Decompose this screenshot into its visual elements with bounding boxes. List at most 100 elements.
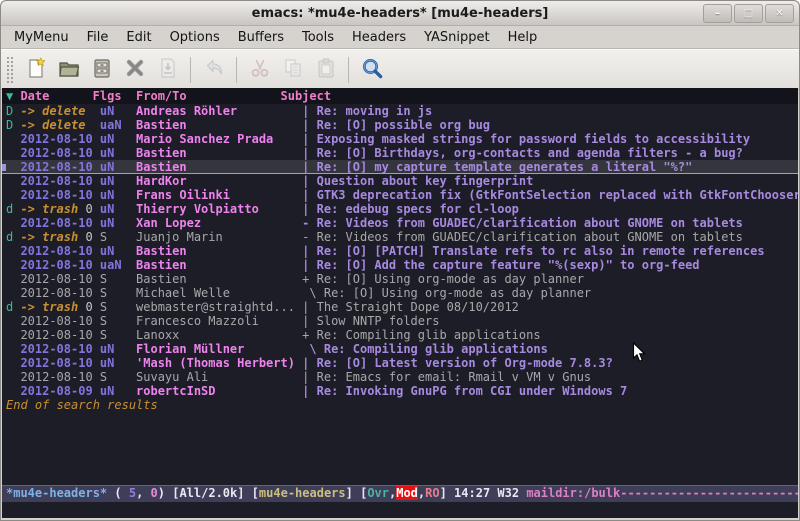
flags-cell: S [100, 230, 136, 244]
flags-cell: uN [100, 216, 136, 230]
mark-target-cell: -> delete [20, 104, 99, 118]
close-button[interactable] [118, 54, 151, 86]
flags-cell: S [100, 314, 136, 328]
flags-cell: S [100, 300, 136, 314]
message-row[interactable]: 2012-08-10SBastien+ Re: [O] Using org-mo… [2, 272, 798, 286]
modeline-segment-ovr: Ovr [367, 486, 389, 500]
window-controls: –□✕ [703, 4, 794, 23]
date-cell: 2012-08-10 [20, 258, 99, 272]
message-row[interactable]: 2012-08-10uNBastien| Re: [O] Birthdays, … [2, 146, 798, 160]
subject-cell: | Re: [O] my capture template generates … [302, 160, 798, 173]
subject-cell: | Re: Emacs for email: Rmail v VM v Gnus [302, 370, 798, 384]
new-file-icon [24, 56, 48, 84]
menu-item-headers[interactable]: Headers [343, 28, 415, 47]
toolbar-drag-handle[interactable] [6, 56, 15, 84]
message-row[interactable]: 2012-08-10SFrancesco Mazzoli| Slow NNTP … [2, 314, 798, 328]
subject-cell: | Exposing masked strings for password f… [302, 132, 798, 146]
subject-cell: | Re: edebug specs for cl-loop [302, 202, 798, 216]
subject-cell: | Re: [O] [PATCH] Translate refs to rc a… [302, 244, 798, 258]
flags-cell: uN [100, 384, 136, 398]
message-row[interactable]: 2012-08-10uN'Mash (Thomas Herbert)| Re: … [2, 356, 798, 370]
message-row[interactable]: d-> trash 0uNThierry Volpiatto| Re: edeb… [2, 202, 798, 216]
message-row[interactable]: 2012-08-10uNFrans Oilinki| GTK3 deprecat… [2, 188, 798, 202]
date-cell: 2012-08-10 [20, 146, 99, 160]
undo-button [197, 54, 230, 86]
message-row[interactable]: 2012-08-09uNrobertcInSD| Re: Invoking Gn… [2, 384, 798, 398]
from-cell: robertcInSD [136, 384, 302, 398]
flags-cell: uN [100, 202, 136, 216]
from-cell: Suvayu Ali [136, 370, 302, 384]
message-row[interactable]: 2012-08-10uNXan Lopez- Re: Videos from G… [2, 216, 798, 230]
from-cell: Bastien [136, 146, 302, 160]
message-row[interactable]: 2012-08-10SLanoxx+ Re: Compiling glib ap… [2, 328, 798, 342]
menu-item-mymenu[interactable]: MyMenu [5, 28, 78, 47]
copy-button [276, 54, 309, 86]
menu-item-help[interactable]: Help [499, 28, 547, 47]
mark-indicator [6, 188, 20, 202]
message-row[interactable]: 2012-08-10uNBastien| Re: [O] [PATCH] Tra… [2, 244, 798, 258]
date-cell: 2012-08-10 [20, 272, 99, 286]
flags-cell: uaN [100, 258, 136, 272]
modeline-segment-def: ) [All/2.0k] [ [158, 486, 259, 500]
message-row[interactable]: d-> trash 0SJuanjo Marin- Re: Videos fro… [2, 230, 798, 244]
message-row[interactable]: 2012-08-10uNMario Sanchez Prada| Exposin… [2, 132, 798, 146]
message-row[interactable]: D-> deleteuNAndreas Röhler| Re: moving i… [2, 104, 798, 118]
date-cell: 2012-08-10 [20, 342, 99, 356]
menu-item-yasnippet[interactable]: YASnippet [415, 28, 499, 47]
column-header-from[interactable]: From/To [136, 89, 302, 104]
flags-cell: S [100, 328, 136, 342]
message-row[interactable]: 2012-08-10uNFlorian Müllner \ Re: Compil… [2, 342, 798, 356]
message-row[interactable]: 2012-08-10uNHardKor| Question about key … [2, 174, 798, 188]
save-button[interactable] [85, 54, 118, 86]
from-cell: Bastien [136, 244, 302, 258]
minimize-button[interactable]: – [703, 4, 732, 23]
subject-cell: + Re: Compiling glib applications [302, 328, 798, 342]
toolbar-separator [348, 57, 349, 83]
toolbar-separator [236, 57, 237, 83]
menu-item-options[interactable]: Options [161, 28, 229, 47]
echo-area[interactable] [2, 502, 798, 518]
column-header-date[interactable]: Date [20, 89, 99, 104]
close-button[interactable]: ✕ [765, 4, 794, 23]
menu-item-file[interactable]: File [78, 28, 118, 47]
mu4e-headers-buffer[interactable]: ▼ Date Flgs From/To Subject D-> deleteuN… [2, 88, 798, 518]
maximize-button[interactable]: □ [734, 4, 763, 23]
modeline-segment-n1: 5 [129, 486, 136, 500]
subject-cell: \ Re: Compiling glib applications [302, 342, 798, 356]
from-cell: Xan Lopez [136, 216, 302, 230]
from-cell: Frans Oilinki [136, 188, 302, 202]
from-cell: HardKor [136, 174, 302, 188]
mark-indicator [6, 384, 20, 398]
column-header-subject[interactable]: Subject [280, 89, 776, 104]
search-button[interactable] [355, 54, 388, 86]
new-file-button[interactable] [19, 54, 52, 86]
save-as-button [151, 54, 184, 86]
message-row[interactable]: D-> deleteuaNBastien| Re: [O] possible o… [2, 118, 798, 132]
message-row[interactable]: 2012-08-10SMichael Welle \ Re: [O] Using… [2, 286, 798, 300]
from-cell: Andreas Röhler [136, 104, 302, 118]
menu-item-edit[interactable]: Edit [117, 28, 160, 47]
message-row[interactable]: d-> trash 0Swebmaster@straightd...| The … [2, 300, 798, 314]
paste-icon [314, 56, 338, 84]
message-row[interactable]: 2012-08-10uNBastien| Re: [O] my capture … [2, 160, 798, 174]
end-of-results-text: End of search results [2, 398, 798, 412]
modeline-segment-mod: Mod [396, 486, 418, 500]
from-cell: Francesco Mazzoli [136, 314, 302, 328]
column-header-flags[interactable]: Flgs [93, 89, 129, 104]
modeline-segment-ro: RO [425, 486, 439, 500]
subject-cell: \ Re: [O] Using org-mode as day planner [302, 286, 798, 300]
date-cell: 2012-08-10 [20, 328, 99, 342]
mark-indicator [6, 132, 20, 146]
titlebar[interactable]: emacs: *mu4e-headers* [mu4e-headers] –□✕ [1, 1, 799, 26]
modeline-segment-buf: *mu4e-headers* [6, 486, 107, 500]
message-row[interactable]: 2012-08-10uaNBastien| Re: [O] Add the ca… [2, 258, 798, 272]
subject-cell: - Re: Videos from GUADEC/clarification a… [302, 216, 798, 230]
toolbar [1, 49, 799, 90]
message-row[interactable]: 2012-08-10SSuvayu Ali| Re: Emacs for ema… [2, 370, 798, 384]
modeline-segment-dash: --------------------------- [620, 486, 798, 500]
mark-target-cell: -> trash 0 [20, 230, 99, 244]
menu-item-buffers[interactable]: Buffers [229, 28, 293, 47]
date-cell: 2012-08-10 [20, 132, 99, 146]
open-folder-button[interactable] [52, 54, 85, 86]
menu-item-tools[interactable]: Tools [293, 28, 343, 47]
